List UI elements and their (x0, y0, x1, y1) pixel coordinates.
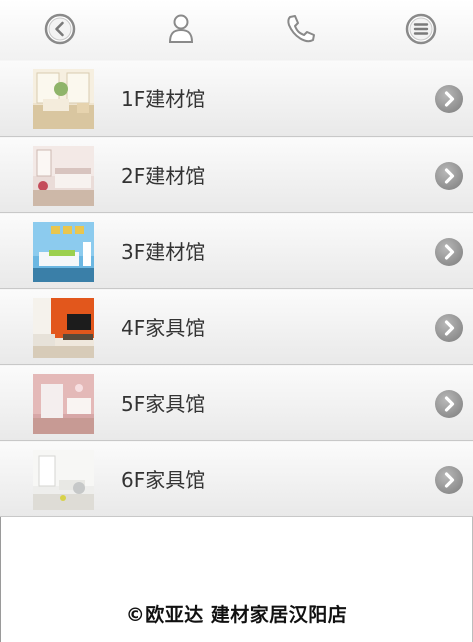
user-button[interactable] (164, 14, 198, 48)
list-item-label: 5F家具馆 (121, 392, 206, 416)
list-item-2f[interactable]: 2F建材馆 (0, 137, 473, 213)
phone-icon (284, 13, 316, 49)
chevron-right-icon (435, 238, 463, 266)
phone-button[interactable] (283, 14, 317, 48)
list-item-label: 6F家具馆 (121, 468, 206, 492)
room-photo-3 (33, 222, 94, 282)
list-item-label: 4F家具馆 (121, 316, 206, 340)
menu-button[interactable] (404, 13, 438, 49)
room-photo-5 (33, 374, 94, 434)
back-icon (44, 13, 76, 49)
list-item-4f[interactable]: 4F家具馆 (0, 289, 473, 365)
floor-list: 1F建材馆 2F建材馆 3F建材馆 4F家具馆 5F家具馆 6F家具馆 (0, 60, 473, 517)
chevron-right-icon (435, 85, 463, 113)
back-button[interactable] (43, 13, 77, 49)
list-item-5f[interactable]: 5F家具馆 (0, 365, 473, 441)
top-nav-bar (0, 0, 473, 60)
room-photo-6 (33, 450, 94, 510)
menu-icon (405, 13, 437, 49)
footer-copyright: ©欧亚达 建材家居汉阳店 (125, 604, 348, 626)
list-item-label: 3F建材馆 (121, 240, 206, 264)
list-item-label: 2F建材馆 (121, 164, 206, 188)
room-photo-2 (33, 146, 94, 206)
user-icon (166, 13, 196, 49)
list-item-6f[interactable]: 6F家具馆 (0, 441, 473, 517)
chevron-right-icon (435, 162, 463, 190)
room-photo-1 (33, 69, 94, 129)
chevron-right-icon (435, 314, 463, 342)
room-photo-4 (33, 298, 94, 358)
chevron-right-icon (435, 390, 463, 418)
list-item-label: 1F建材馆 (121, 87, 206, 111)
list-item-3f[interactable]: 3F建材馆 (0, 213, 473, 289)
chevron-right-icon (435, 466, 463, 494)
list-item-1f[interactable]: 1F建材馆 (0, 60, 473, 137)
